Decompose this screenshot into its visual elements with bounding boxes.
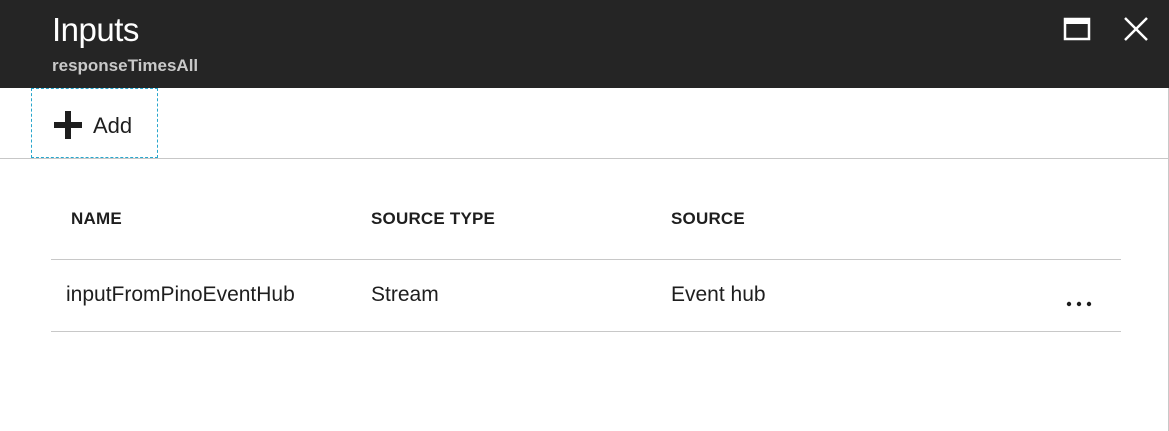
column-header-name[interactable]: NAME	[71, 209, 122, 229]
add-button-label: Add	[93, 113, 133, 138]
maximize-button[interactable]	[1062, 14, 1092, 44]
cell-source-type: Stream	[371, 283, 439, 306]
inputs-table: NAME SOURCE TYPE SOURCE inputFromPinoEve…	[51, 196, 1121, 332]
ellipsis-icon	[1066, 301, 1092, 307]
table-row[interactable]: inputFromPinoEventHub Stream Event hub	[51, 260, 1121, 332]
close-button[interactable]	[1121, 14, 1151, 44]
blade-header: Inputs responseTimesAll	[0, 0, 1169, 88]
close-icon	[1124, 17, 1148, 41]
cell-source: Event hub	[671, 283, 766, 306]
column-header-source-type[interactable]: SOURCE TYPE	[371, 209, 495, 229]
command-bar: Add	[0, 88, 1169, 159]
table-header: NAME SOURCE TYPE SOURCE	[51, 196, 1121, 260]
row-more-button[interactable]	[1061, 290, 1101, 314]
maximize-icon	[1063, 17, 1091, 41]
blade-subtitle: responseTimesAll	[52, 56, 199, 75]
add-button[interactable]: Add	[31, 88, 158, 158]
blade-title: Inputs	[52, 11, 139, 48]
cell-input-name: inputFromPinoEventHub	[66, 283, 295, 306]
inputs-blade: Inputs responseTimesAll Add NAME SOURCE …	[0, 0, 1169, 431]
column-header-source[interactable]: SOURCE	[671, 209, 745, 229]
plus-icon	[54, 111, 82, 139]
